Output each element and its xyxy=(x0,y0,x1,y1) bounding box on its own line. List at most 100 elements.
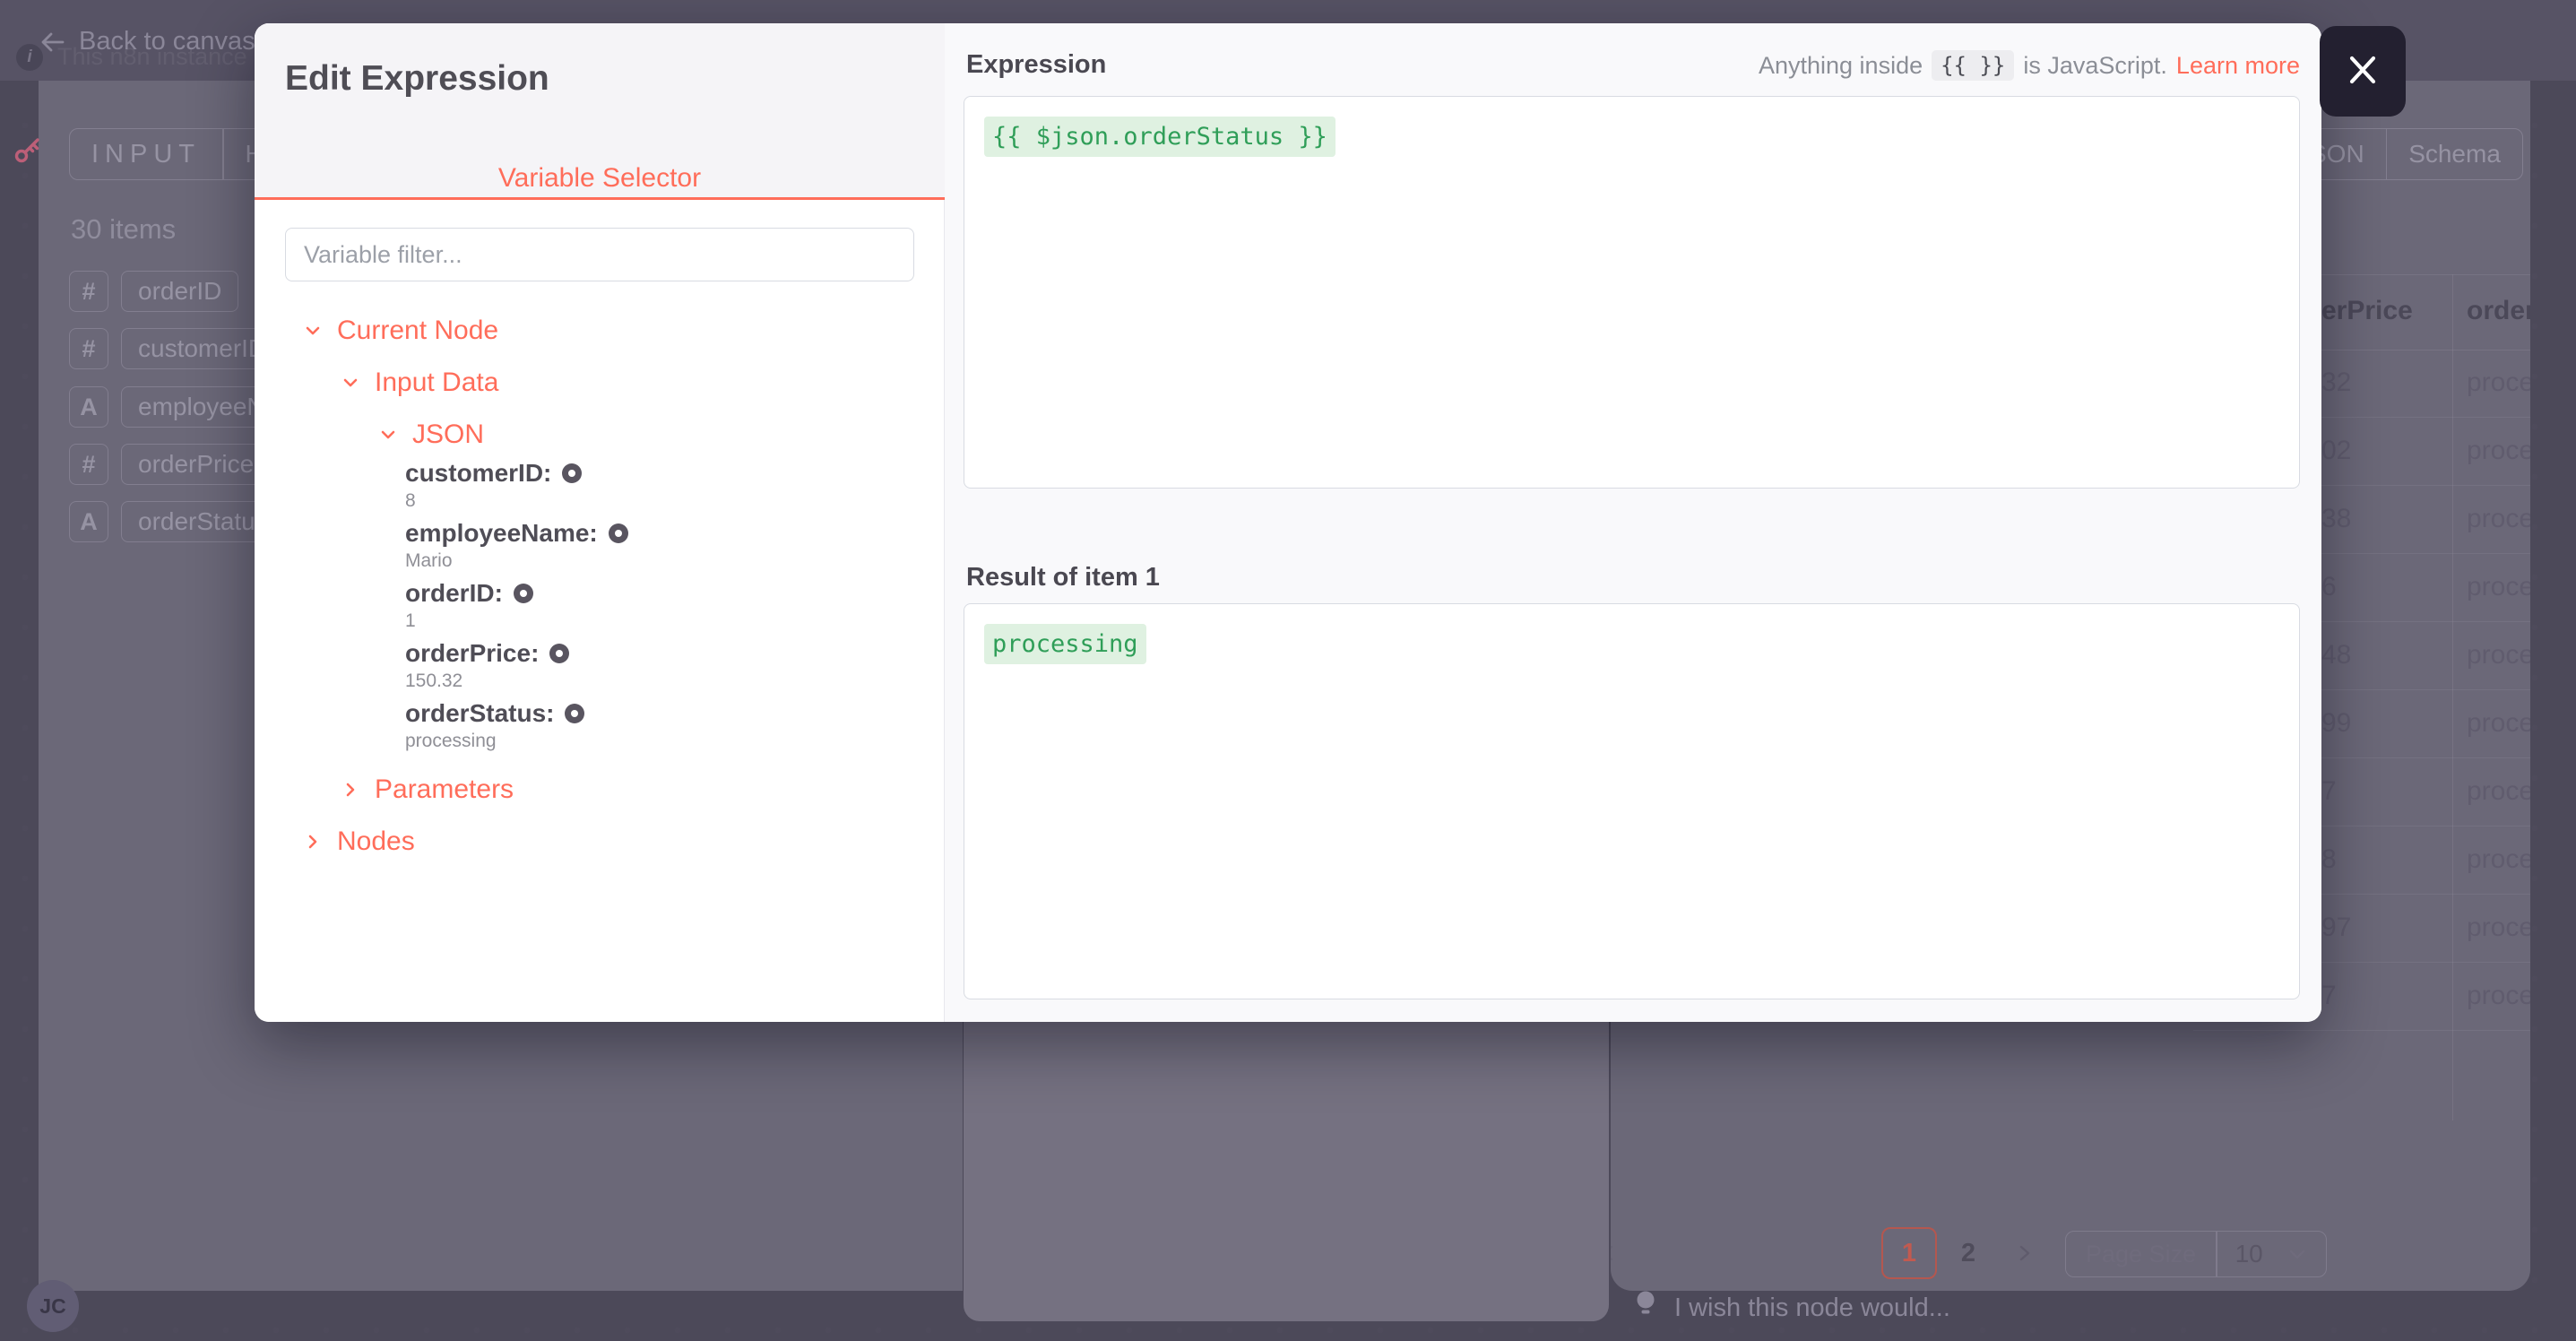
back-to-canvas-label: Back to canvas xyxy=(79,27,255,56)
modal-left-column: Edit Expression Variable Selector Curren… xyxy=(255,23,945,1022)
tab-variable-selector[interactable]: Variable Selector xyxy=(255,163,945,194)
node-feedback-text: I wish this node would... xyxy=(1674,1293,1950,1323)
hint-suffix: is JavaScript. xyxy=(2023,52,2167,80)
tree-leaf-key: employeeName: xyxy=(405,519,598,548)
page-size-value: 10 xyxy=(2235,1240,2263,1268)
tree-branch-json[interactable]: JSON xyxy=(378,420,484,450)
cell-orderprice: 38 xyxy=(2321,504,2351,534)
modal-title: Edit Expression xyxy=(285,59,549,99)
cell-orderstatus: proces xyxy=(2467,981,2530,1011)
cell-orderprice: 48 xyxy=(2321,640,2351,670)
cell-orderprice: 8 xyxy=(2321,844,2337,875)
tree-leaf-value: 8 xyxy=(405,490,416,512)
tree-leaf-customerid[interactable]: customerID: xyxy=(405,459,582,488)
tree-branch-label: JSON xyxy=(412,420,484,450)
tree-branch-parameters[interactable]: Parameters xyxy=(341,774,514,805)
tree-leaf-employeename[interactable]: employeeName: xyxy=(405,519,628,548)
tree-leaf-key: customerID: xyxy=(405,459,551,488)
expression-hint: Anything inside {{ }} is JavaScript. Lea… xyxy=(1759,50,2300,81)
tree-leaf-key: orderPrice: xyxy=(405,639,539,668)
cell-orderprice: 02 xyxy=(2321,436,2351,466)
cell-orderstatus: proces xyxy=(2467,913,2530,943)
chevron-down-icon xyxy=(378,425,398,445)
tree-leaf-orderprice[interactable]: orderPrice: xyxy=(405,639,569,668)
node-feedback-link[interactable]: I wish this node would... xyxy=(1633,1289,1950,1327)
number-type-icon: # xyxy=(69,444,108,485)
expression-editor[interactable]: {{ $json.orderStatus }} xyxy=(964,96,2300,489)
tree-branch-label: Input Data xyxy=(375,368,498,398)
cell-orderstatus: proces xyxy=(2467,436,2530,466)
pagination-next-button[interactable] xyxy=(2005,1227,2043,1279)
schema-field-name[interactable]: orderPrice xyxy=(121,444,271,485)
cell-orderstatus: proces xyxy=(2467,368,2530,398)
cell-orderstatus: proces xyxy=(2467,708,2530,739)
insert-variable-icon[interactable] xyxy=(514,584,533,603)
insert-variable-icon[interactable] xyxy=(565,704,584,723)
tree-branch-nodes[interactable]: Nodes xyxy=(303,826,415,857)
chevron-right-icon xyxy=(303,832,323,852)
tab-schema[interactable]: Schema xyxy=(2387,129,2522,179)
chevron-down-icon xyxy=(303,321,323,341)
tab-active-underline xyxy=(255,197,945,200)
tree-leaf-value: Mario xyxy=(405,550,453,572)
tree-leaf-key: orderStatus: xyxy=(405,699,554,728)
tree-branch-input-data[interactable]: Input Data xyxy=(341,368,498,398)
tree-leaf-value: processing xyxy=(405,731,497,752)
schema-row[interactable]: A orderStatus xyxy=(69,501,285,542)
pagination-page-1[interactable]: 1 xyxy=(1881,1227,1937,1279)
number-type-icon: # xyxy=(69,328,108,369)
string-type-icon: A xyxy=(69,386,108,428)
cell-orderprice: 32 xyxy=(2321,368,2351,398)
insert-variable-icon[interactable] xyxy=(562,463,582,483)
string-type-icon: A xyxy=(69,501,108,542)
pagination-prev-button[interactable] xyxy=(1611,1227,1627,1279)
number-type-icon: # xyxy=(69,271,108,312)
back-to-canvas-link[interactable]: Back to canvas xyxy=(39,27,255,56)
cell-orderstatus: proces xyxy=(2467,504,2530,534)
close-modal-button[interactable] xyxy=(2320,26,2406,117)
cell-orderprice: 99 xyxy=(2321,708,2351,739)
chevron-down-icon xyxy=(341,373,360,393)
tab-input[interactable]: INPUT xyxy=(70,129,222,179)
schema-row[interactable]: # customerID xyxy=(69,328,283,369)
result-value: processing xyxy=(984,624,1146,664)
cell-orderprice: 97 xyxy=(2321,913,2351,943)
cell-orderstatus: proces xyxy=(2467,572,2530,602)
page-size-label: Page Size xyxy=(2066,1232,2216,1276)
learn-more-link[interactable]: Learn more xyxy=(2176,52,2300,80)
edit-expression-modal: Edit Expression Variable Selector Curren… xyxy=(255,23,2321,1022)
tree-branch-current-node[interactable]: Current Node xyxy=(303,316,498,346)
cell-orderstatus: proces xyxy=(2467,776,2530,807)
hint-prefix: Anything inside xyxy=(1759,52,1923,80)
tree-leaf-orderstatus[interactable]: orderStatus: xyxy=(405,699,584,728)
avatar[interactable]: JC xyxy=(27,1280,79,1332)
cell-orderstatus: proces xyxy=(2467,640,2530,670)
insert-variable-icon[interactable] xyxy=(609,523,628,543)
chevron-right-icon xyxy=(341,780,360,800)
tree-leaf-orderid[interactable]: orderID: xyxy=(405,579,533,608)
schema-row[interactable]: # orderPrice xyxy=(69,444,271,485)
variable-filter-input[interactable] xyxy=(285,228,914,281)
expression-heading: Expression xyxy=(966,50,1106,80)
cell-orderprice: 6 xyxy=(2321,572,2337,602)
pagination-page-2[interactable]: 2 xyxy=(1949,1227,1987,1279)
page-size-select[interactable]: Page Size 10 xyxy=(2065,1231,2327,1277)
cell-orderstatus: proces xyxy=(2467,844,2530,875)
insert-variable-icon[interactable] xyxy=(549,644,569,663)
modal-right-column: Expression Anything inside {{ }} is Java… xyxy=(945,23,2321,1022)
tree-branch-label: Current Node xyxy=(337,316,498,346)
result-heading: Result of item 1 xyxy=(966,563,1160,593)
tree-leaf-value: 150.32 xyxy=(405,670,462,692)
tree-leaf-value: 1 xyxy=(405,610,416,632)
table-header-orderstatus: order xyxy=(2467,296,2530,326)
input-items-count: 30 items xyxy=(71,213,176,246)
close-icon xyxy=(2343,50,2382,92)
tree-leaf-key: orderID: xyxy=(405,579,503,608)
back-arrow-icon xyxy=(39,29,66,56)
schema-row[interactable]: # orderID 1 xyxy=(69,271,273,312)
lightbulb-icon xyxy=(1633,1289,1658,1327)
expression-code[interactable]: {{ $json.orderStatus }} xyxy=(984,117,1336,157)
schema-field-name[interactable]: orderID xyxy=(121,271,238,312)
tree-branch-label: Nodes xyxy=(337,826,415,857)
cell-orderprice: 7 xyxy=(2321,776,2337,807)
